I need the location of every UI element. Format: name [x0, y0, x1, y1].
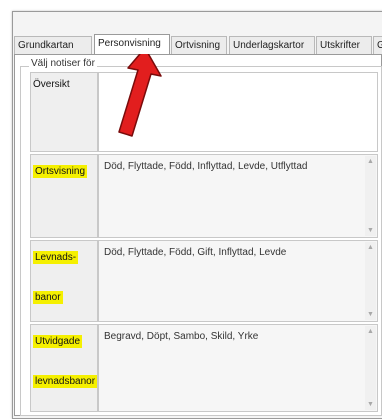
scrollbar[interactable]: ▲ ▼	[365, 156, 376, 236]
scrollbar[interactable]: ▲ ▼	[365, 326, 376, 410]
notice-list-text: Död, Flyttade, Född, Inflyttad, Levde, U…	[104, 161, 308, 172]
notice-list-text: Död, Flyttade, Född, Gift, Inflyttad, Le…	[104, 247, 287, 258]
tab-strip: Grundkartan Personvisning Ortvisning Und…	[14, 34, 382, 54]
row-header-label: Översikt	[33, 79, 70, 90]
row-header-utvidgade-levnadsbanor: Utvidgade levnadsbanor	[30, 324, 98, 412]
notice-list-text: Begravd, Döpt, Sambo, Skild, Yrke	[104, 331, 259, 342]
row-header-label-line1: Levnads-	[33, 251, 79, 264]
notice-cell-utvidgade-levnadsbanor[interactable]: Begravd, Döpt, Sambo, Skild, Yrke ▲ ▼	[98, 324, 378, 412]
tab-overflow[interactable]: G	[373, 36, 382, 54]
scrollbar[interactable]: ▲ ▼	[365, 242, 376, 320]
scroll-down-icon[interactable]: ▼	[367, 311, 374, 318]
scroll-up-icon[interactable]: ▲	[367, 328, 374, 335]
tab-grundkartan[interactable]: Grundkartan	[14, 36, 92, 54]
tab-underlagskartor[interactable]: Underlagskartor	[229, 36, 315, 54]
tab-ortvisning[interactable]: Ortvisning	[171, 36, 227, 54]
group-box-label: Välj notiser för	[29, 58, 97, 69]
row-header-oversikt: Översikt	[30, 72, 98, 152]
row-header-label-line1: Utvidgade	[33, 335, 83, 348]
row-header-label-line2: banor	[33, 291, 63, 304]
scroll-up-icon[interactable]: ▲	[367, 158, 374, 165]
notice-cell-levnadsbanor[interactable]: Död, Flyttade, Född, Gift, Inflyttad, Le…	[98, 240, 378, 322]
notice-cell-ortsvisning[interactable]: Död, Flyttade, Född, Inflyttad, Levde, U…	[98, 154, 378, 238]
row-header-ortsvisning: Ortsvisning	[30, 154, 98, 238]
red-arrow-icon	[118, 47, 162, 137]
row-header-levnadsbanor: Levnads- banor	[30, 240, 98, 322]
scroll-down-icon[interactable]: ▼	[367, 401, 374, 408]
scroll-up-icon[interactable]: ▲	[367, 244, 374, 251]
row-header-label-line2: levnadsbanor	[33, 375, 98, 388]
scroll-down-icon[interactable]: ▼	[367, 227, 374, 234]
tab-personvisning[interactable]: Personvisning	[94, 34, 170, 54]
tab-utskrifter[interactable]: Utskrifter	[316, 36, 372, 54]
row-header-label: Ortsvisning	[33, 165, 88, 178]
